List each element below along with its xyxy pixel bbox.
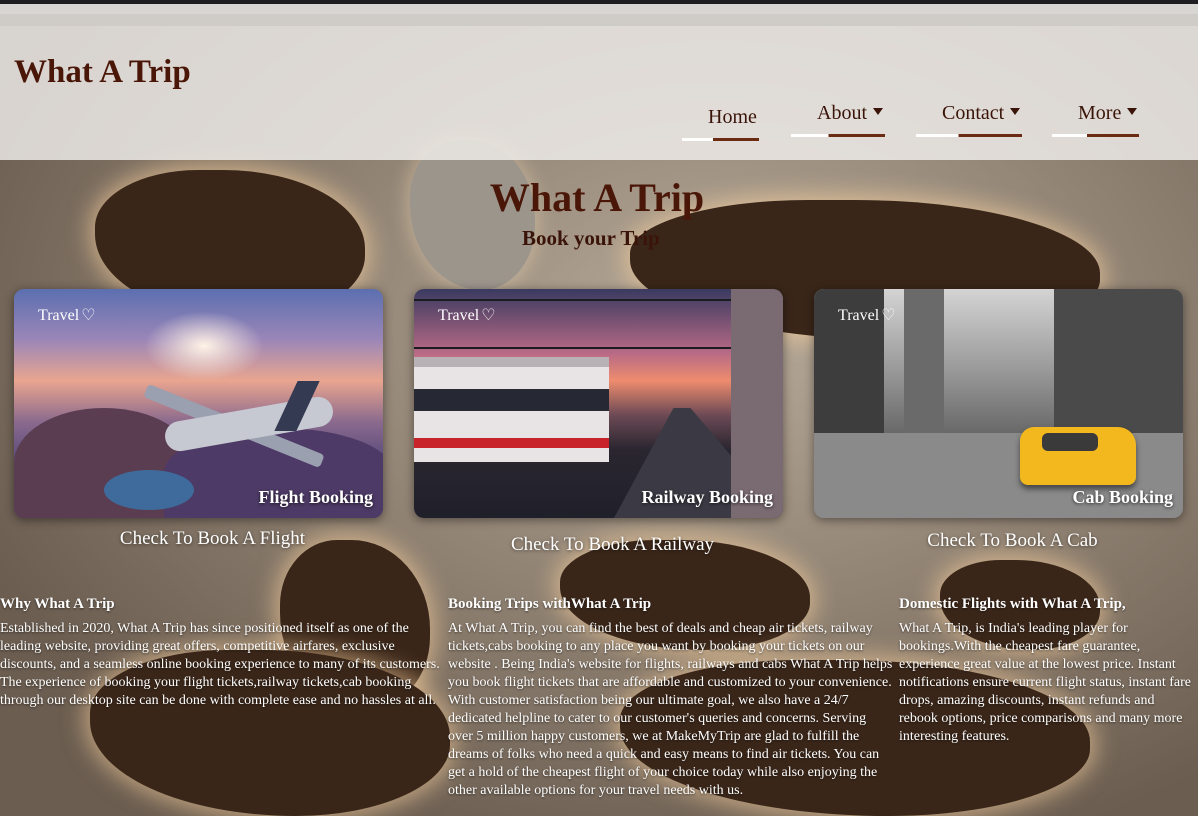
card-tag-label: Travel [438, 307, 480, 324]
booking-heading: Booking Trips withWhat A Trip [448, 596, 652, 612]
booking-body: At What A Trip, you can find the best of… [448, 621, 893, 798]
card-tag: Travel ♡ [438, 305, 496, 325]
why-column: Why What A Trip Established in 2020, Wha… [0, 595, 440, 710]
card-tag-label: Travel [38, 307, 80, 324]
cab-booking-link[interactable]: Check To Book A Cab [828, 530, 1197, 552]
flight-booking-link[interactable]: Check To Book A Flight [28, 528, 397, 550]
nav-home-label: Home [708, 106, 757, 128]
why-body: Established in 2020, What A Trip has sin… [0, 621, 440, 708]
hero-subtitle: Book your Trip [522, 226, 660, 250]
card-tag: Travel ♡ [38, 305, 96, 325]
domestic-body: What A Trip, is India's leading player f… [899, 621, 1191, 744]
railway-booking-card[interactable]: Travel ♡ Railway Booking [414, 289, 783, 518]
nav-about-label: About [817, 102, 867, 124]
card-title: Railway Booking [641, 487, 773, 507]
photo-train [414, 357, 609, 462]
domestic-heading: Domestic Flights with What A Trip, [899, 596, 1126, 612]
photo-wall [731, 289, 783, 518]
nav-underline [791, 134, 885, 137]
photo-building [904, 289, 944, 439]
booking-column: Booking Trips withWhat A Trip At What A … [448, 595, 894, 800]
heart-outline-icon[interactable]: ♡ [881, 305, 895, 324]
nav-underline [682, 138, 759, 141]
heart-outline-icon[interactable]: ♡ [81, 305, 95, 324]
nav-more-label: More [1078, 102, 1122, 124]
card-tag-label: Travel [838, 307, 880, 324]
nav-underline [1052, 134, 1140, 137]
flight-booking-card[interactable]: Travel ♡ Flight Booking [14, 289, 383, 518]
photo-taxi [1020, 427, 1136, 485]
photo-wire [414, 347, 783, 349]
why-heading: Why What A Trip [0, 596, 115, 612]
domestic-column: Domestic Flights with What A Trip, What … [899, 595, 1195, 746]
nav-contact[interactable]: Contact [916, 102, 1023, 137]
card-tag: Travel ♡ [838, 305, 896, 325]
hero-title-text: What A Trip [489, 175, 705, 220]
cab-booking-card[interactable]: Travel ♡ Cab Booking [814, 289, 1183, 518]
photo-lake [104, 470, 194, 510]
caret-down-icon [873, 108, 883, 115]
nav-contact-label: Contact [942, 102, 1005, 124]
caret-down-icon [1127, 108, 1138, 115]
hero-title: What A Trip [0, 174, 1198, 221]
nav-home[interactable]: Home [682, 106, 759, 141]
site-logo[interactable]: What A Trip [14, 54, 191, 91]
nav-more[interactable]: More [1052, 102, 1140, 137]
card-title: Cab Booking [1072, 487, 1173, 507]
caret-down-icon [1010, 108, 1021, 115]
nav-underline [916, 134, 1023, 137]
background-ceiling-strip [0, 0, 1198, 26]
main-nav: Home About Contact More [0, 102, 1198, 142]
nav-about[interactable]: About [791, 102, 885, 137]
photo-sun-glow [144, 311, 264, 381]
site-header: What A Trip Home About Contact More [0, 26, 1198, 160]
railway-booking-link[interactable]: Check To Book A Railway [428, 534, 797, 556]
heart-outline-icon[interactable]: ♡ [481, 305, 495, 324]
photo-wire [414, 299, 783, 301]
card-title: Flight Booking [258, 487, 373, 507]
